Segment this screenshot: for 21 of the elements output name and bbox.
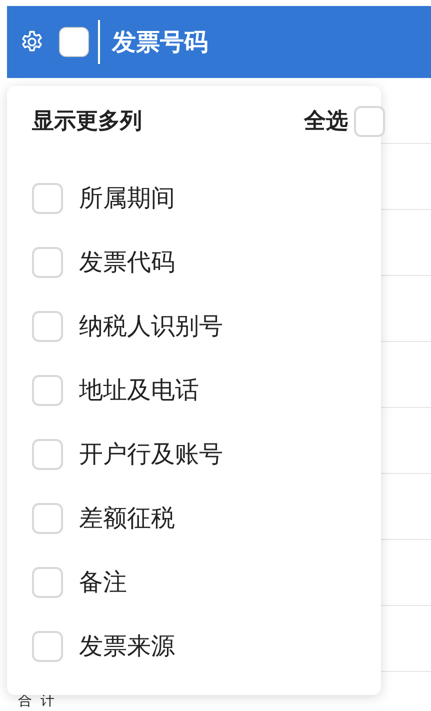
select-all-checkbox[interactable] bbox=[354, 106, 385, 136]
select-all-label: 全选 bbox=[304, 108, 348, 136]
column-option[interactable]: 发票代码 bbox=[79, 246, 175, 278]
checkbox[interactable] bbox=[32, 630, 63, 662]
column-header: 发票号码 bbox=[112, 27, 208, 58]
checkbox[interactable] bbox=[32, 246, 63, 278]
menu-title: 显示更多列 bbox=[32, 108, 142, 136]
checkbox[interactable] bbox=[32, 502, 63, 534]
checkbox[interactable] bbox=[32, 310, 63, 342]
column-option[interactable]: 地址及电话 bbox=[79, 374, 199, 406]
column-option[interactable]: 发票来源 bbox=[79, 630, 175, 662]
column-option[interactable]: 备注 bbox=[79, 566, 127, 598]
checkbox[interactable] bbox=[59, 27, 89, 57]
column-option[interactable]: 开户行及账号 bbox=[79, 438, 223, 470]
checkbox[interactable] bbox=[32, 566, 63, 598]
checkbox[interactable] bbox=[32, 438, 63, 470]
checkbox[interactable] bbox=[32, 182, 63, 214]
checkbox[interactable] bbox=[32, 374, 63, 406]
column-option[interactable]: 纳税人识别号 bbox=[79, 310, 223, 342]
column-option[interactable]: 差额征税 bbox=[79, 502, 175, 534]
column-option[interactable]: 所属期间 bbox=[79, 182, 175, 214]
